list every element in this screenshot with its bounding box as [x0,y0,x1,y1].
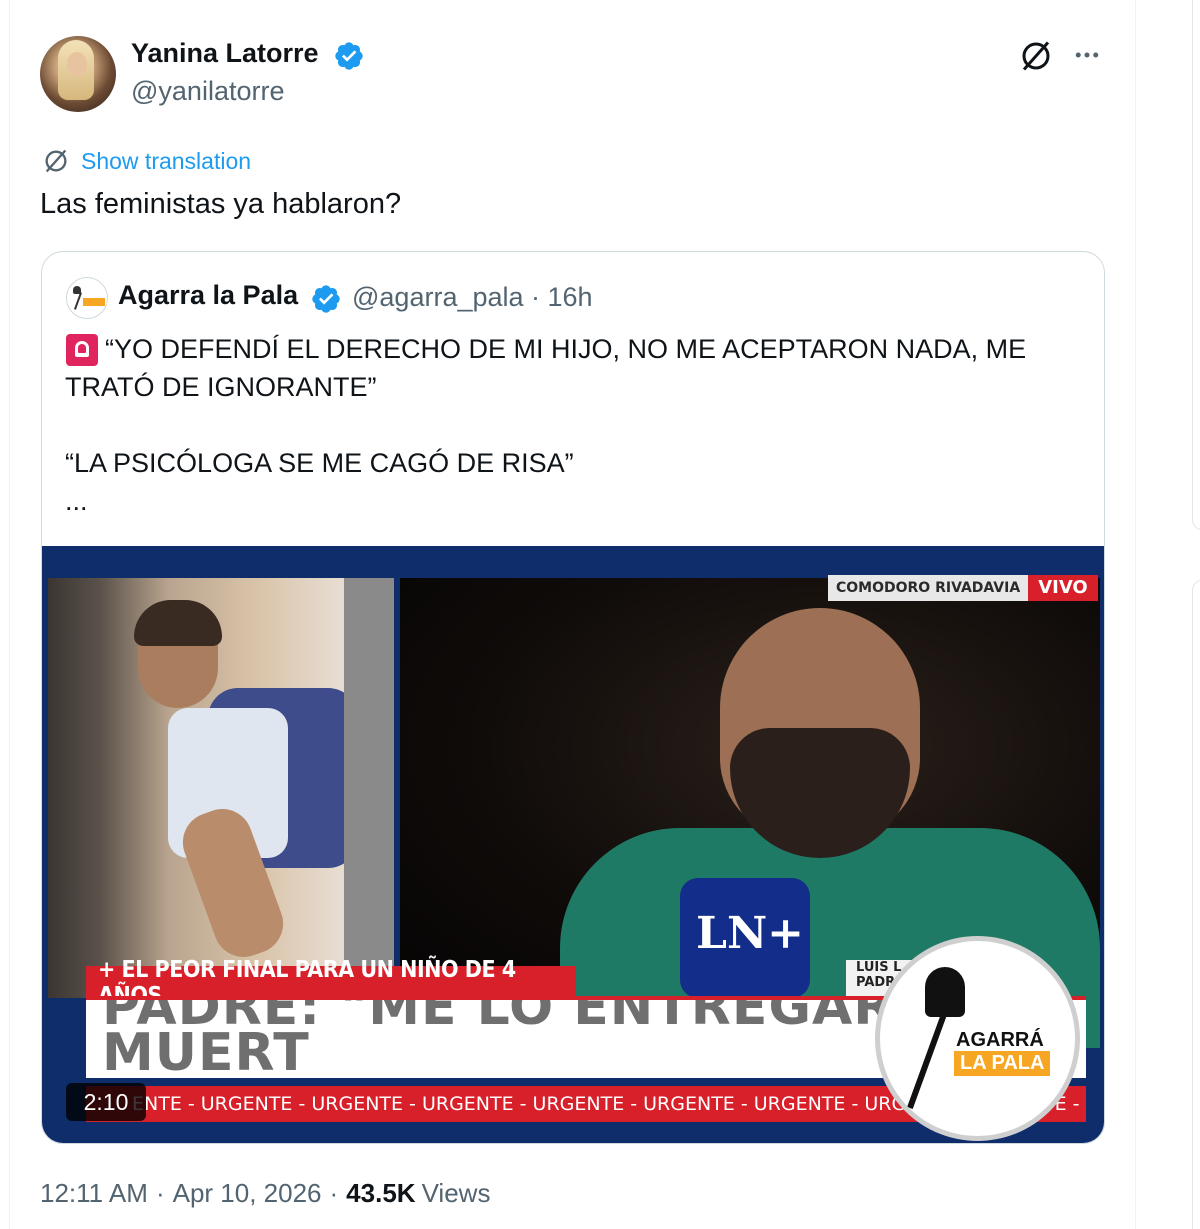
tweet-date[interactable]: Apr 10, 2026 [173,1178,322,1209]
verified-badge-icon[interactable] [333,40,365,72]
quoted-text-line: ... [65,486,88,516]
location-label: COMODORO RIVADAVIA [836,580,1021,596]
shovel-handle [907,1012,947,1110]
author-display-name[interactable]: Yanina Latorre [131,38,319,69]
video-main-panel: LN+ [400,578,1100,1048]
avatar-face [67,52,87,76]
logo-word: LA PALA [954,1051,1051,1076]
sidebar-card [1192,580,1200,1229]
quoted-text-line: TRATÓ DE IGNORANTE” [65,372,377,402]
quoted-text-line: “YO DEFENDÍ EL DERECHO DE MI HIJO, NO ME… [105,334,1027,364]
translate-icon [45,149,67,173]
live-badge: VIVO [1028,575,1098,601]
tweet-time[interactable]: 12:11 AM [40,1178,148,1209]
author-handle[interactable]: @yanilatorre [131,76,284,107]
video-figure [134,600,222,646]
timeline-border-right [1135,0,1136,1229]
tweet-text: Las feministas ya hablaron? [40,188,402,220]
shovel-icon [925,967,965,1017]
quoted-author-display-name[interactable]: Agarra la Pala [118,280,298,311]
video-left-panel [48,578,394,998]
video-figure [344,578,394,998]
logo-tag [83,298,105,306]
show-translation-link[interactable]: Show translation [42,146,251,176]
views-count: 43.5K [346,1178,416,1208]
quoted-text-line: “LA PSICÓLOGA SE ME CAGÓ DE RISA” [65,448,574,478]
timeline-border-left [9,0,10,1229]
author-avatar[interactable] [40,36,116,112]
location-tag: COMODORO RIVADAVIA VIVO [828,575,1098,601]
agarra-la-pala-logo: AGARRÁ LA PALA [875,936,1080,1141]
quoted-author-avatar[interactable] [66,277,108,319]
quoted-tweet-text: “YO DEFENDÍ EL DERECHO DE MI HIJO, NO ME… [65,330,1065,520]
shovel-handle [73,292,83,310]
more-icon[interactable] [1070,40,1104,70]
microphone-logo: LN+ [680,878,810,998]
meta-separator: · [329,1178,339,1208]
tweet-meta: 12:11 AM · Apr 10, 2026 · 43.5K Views [40,1178,490,1209]
views-label: Views [421,1178,491,1208]
quoted-author-handle-time[interactable]: @agarra_pala · 16h [352,282,593,313]
meta-separator: · [155,1178,165,1208]
grok-icon[interactable] [1018,38,1054,74]
show-translation-label: Show translation [81,147,252,174]
mic-logo-text: LN+ [696,908,805,959]
lower-third-tag: + EL PEOR FINAL PARA UN NIÑO DE 4 AÑOS [86,957,576,1009]
sidebar-card [1192,0,1200,530]
logo-word: AGARRÁ [956,1029,1044,1051]
video-duration-badge: 2:10 [66,1083,146,1121]
verified-badge-icon [312,285,340,313]
